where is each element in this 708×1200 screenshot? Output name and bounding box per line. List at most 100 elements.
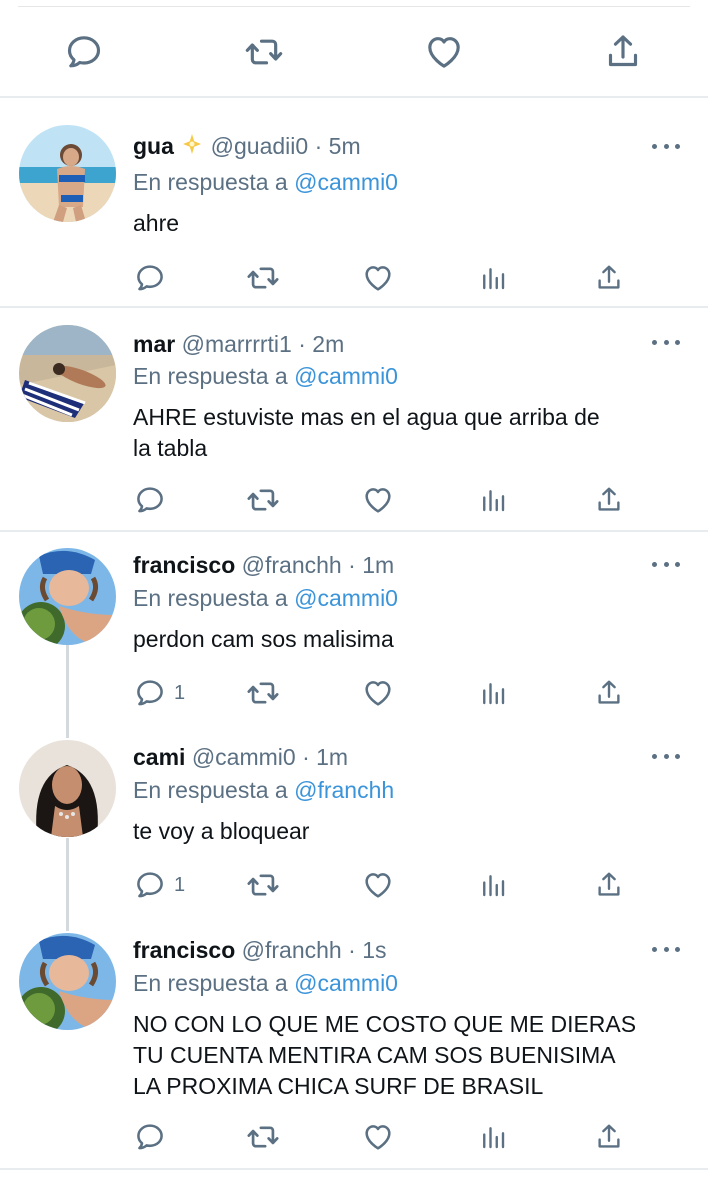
more-options-icon[interactable] xyxy=(652,942,680,956)
like-icon[interactable] xyxy=(362,258,394,298)
share-icon[interactable] xyxy=(603,32,643,72)
analytics-icon[interactable] xyxy=(478,865,508,905)
reply-icon[interactable] xyxy=(134,480,166,520)
display-name[interactable]: francisco xyxy=(133,552,235,578)
like-icon[interactable] xyxy=(362,673,394,713)
separator-dot: · xyxy=(302,744,310,770)
tweet-action-bar xyxy=(0,258,708,298)
tweet-text-line: perdon cam sos malisima xyxy=(133,626,394,652)
tweet-text-line: TU CUENTA MENTIRA CAM SOS BUENISIMA xyxy=(133,1042,616,1068)
share-icon[interactable] xyxy=(594,1117,624,1157)
reply-icon xyxy=(134,677,166,709)
avatar[interactable] xyxy=(19,125,116,222)
share-icon[interactable] xyxy=(594,258,624,298)
share-icon[interactable] xyxy=(594,673,624,713)
timestamp[interactable]: 1m xyxy=(362,552,394,578)
tweet-text: NO CON LO QUE ME COSTO QUE ME DIERAS TU … xyxy=(133,1009,693,1102)
analytics-icon[interactable] xyxy=(478,673,508,713)
mention-link[interactable]: @franchh xyxy=(294,777,394,803)
avatar[interactable] xyxy=(19,325,116,422)
retweet-icon[interactable] xyxy=(246,258,280,298)
retweet-icon[interactable] xyxy=(246,1117,280,1157)
like-icon[interactable] xyxy=(362,480,394,520)
tweet-header: cami @cammi0 · 1m xyxy=(133,741,348,773)
display-name[interactable]: cami xyxy=(133,744,185,770)
like-icon[interactable] xyxy=(362,865,394,905)
tweet-text: perdon cam sos malisima xyxy=(133,624,693,655)
tweet-header: gua @guadii0 · 5m xyxy=(133,130,361,162)
reply-icon[interactable] xyxy=(134,258,166,298)
tweet-action-bar: 1 xyxy=(0,865,708,905)
share-icon[interactable] xyxy=(594,865,624,905)
timestamp[interactable]: 2m xyxy=(312,331,344,357)
divider xyxy=(0,96,708,98)
handle[interactable]: @marrrrti1 xyxy=(182,331,292,357)
display-name[interactable]: gua xyxy=(133,133,174,159)
tweet-text-line: la tabla xyxy=(133,435,208,461)
reply-prefix: En respuesta a xyxy=(133,169,288,195)
tweet-text: te voy a bloquear xyxy=(133,816,693,847)
retweet-icon[interactable] xyxy=(246,673,280,713)
timestamp[interactable]: 1m xyxy=(316,744,348,770)
retweet-icon[interactable] xyxy=(246,480,280,520)
tweet-action-bar xyxy=(0,1117,708,1157)
tweet-text: AHRE estuviste mas en el agua que arriba… xyxy=(133,402,693,464)
reply-prefix: En respuesta a xyxy=(133,970,288,996)
handle[interactable]: @cammi0 xyxy=(192,744,296,770)
tweet-header: francisco @franchh · 1s xyxy=(133,934,386,966)
reply-button[interactable]: 1 xyxy=(134,673,185,713)
tweet-text-line: ahre xyxy=(133,210,180,236)
avatar[interactable] xyxy=(19,933,116,1030)
divider xyxy=(0,306,708,308)
avatar[interactable] xyxy=(19,548,116,645)
handle[interactable]: @guadii0 xyxy=(211,133,309,159)
timestamp[interactable]: 5m xyxy=(329,133,361,159)
reply-prefix: En respuesta a xyxy=(133,363,288,389)
share-icon[interactable] xyxy=(594,480,624,520)
avatar[interactable] xyxy=(19,740,116,837)
timestamp[interactable]: 1s xyxy=(362,937,386,963)
reply-prefix: En respuesta a xyxy=(133,777,288,803)
reply-context: En respuesta a @cammi0 xyxy=(133,967,398,999)
tweet-action-bar: 1 xyxy=(0,673,708,713)
more-options-icon[interactable] xyxy=(652,335,680,349)
more-options-icon[interactable] xyxy=(652,139,680,153)
handle[interactable]: @franchh xyxy=(242,937,342,963)
main-tweet-action-bar xyxy=(0,18,708,88)
tweet-text-line: NO CON LO QUE ME COSTO QUE ME DIERAS xyxy=(133,1011,637,1037)
reply-count: 1 xyxy=(174,681,186,704)
like-icon[interactable] xyxy=(424,32,464,72)
mention-link[interactable]: @cammi0 xyxy=(294,970,398,996)
tweet-header: mar @marrrrti1 · 2m xyxy=(133,328,344,360)
analytics-icon[interactable] xyxy=(478,480,508,520)
reply-context: En respuesta a @cammi0 xyxy=(133,360,398,392)
display-name[interactable]: mar xyxy=(133,331,175,357)
display-name[interactable]: francisco xyxy=(133,937,235,963)
more-options-icon[interactable] xyxy=(652,557,680,571)
retweet-icon[interactable] xyxy=(246,865,280,905)
reply-icon xyxy=(134,869,166,901)
mention-link[interactable]: @cammi0 xyxy=(294,585,398,611)
analytics-icon[interactable] xyxy=(478,1117,508,1157)
like-icon[interactable] xyxy=(362,1117,394,1157)
retweet-icon[interactable] xyxy=(244,32,284,72)
mention-link[interactable]: @cammi0 xyxy=(294,169,398,195)
separator-dot: · xyxy=(348,937,356,963)
reply-icon[interactable] xyxy=(134,1117,166,1157)
reply-button[interactable]: 1 xyxy=(134,865,185,905)
analytics-icon[interactable] xyxy=(478,258,508,298)
handle[interactable]: @franchh xyxy=(242,552,342,578)
tweet-text-line: te voy a bloquear xyxy=(133,818,310,844)
tweet-text-line: LA PROXIMA CHICA SURF DE BRASIL xyxy=(133,1073,544,1099)
separator-dot: · xyxy=(314,133,323,159)
tweet-text: ahre xyxy=(133,208,693,239)
reply-context: En respuesta a @cammi0 xyxy=(133,166,398,198)
reply-icon[interactable] xyxy=(64,32,104,72)
mention-link[interactable]: @cammi0 xyxy=(294,363,398,389)
reply-context: En respuesta a @cammi0 xyxy=(133,582,398,614)
reply-context: En respuesta a @franchh xyxy=(133,774,394,806)
sparkle-star-icon xyxy=(180,132,204,164)
tweet-text-line: AHRE estuviste mas en el agua que arriba… xyxy=(133,404,600,430)
top-divider xyxy=(18,6,690,7)
more-options-icon[interactable] xyxy=(652,749,680,763)
